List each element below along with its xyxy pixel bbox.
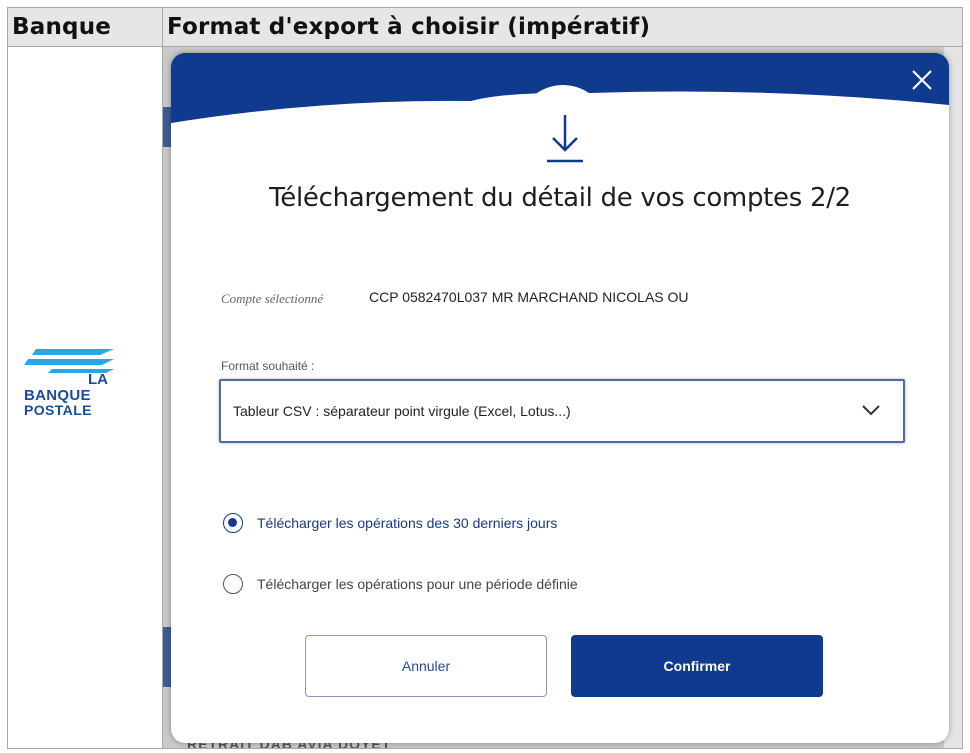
option-last-30-days[interactable]: Télécharger les opérations des 30 dernie… [223,513,557,533]
screenshot-cell: RETRAIT DAB AVIA DOYET Téléchargement du… [162,46,963,749]
header-export-format: Format d'export à choisir (impératif) [162,7,963,47]
option-last-30-days-label: Télécharger les opérations des 30 dernie… [257,515,558,531]
header-bank: Banque [7,7,163,47]
logo-text-la: LA [88,371,108,388]
cancel-button[interactable]: Annuler [305,635,547,697]
format-select[interactable]: Tableur CSV : séparateur point virgule (… [219,379,905,443]
radio-selected[interactable] [223,513,243,533]
bank-logo-cell: LA BANQUE POSTALE [7,46,163,749]
close-icon[interactable] [909,67,935,93]
format-selected-value: Tableur CSV : séparateur point virgule (… [233,403,571,419]
account-value: CCP 0582470L037 MR MARCHAND NICOLAS OU [369,289,689,305]
option-custom-period[interactable]: Télécharger les opérations pour une péri… [223,574,578,594]
logo-text-postale: POSTALE [24,402,92,418]
option-custom-period-label: Télécharger les opérations pour une péri… [257,576,578,592]
bank-export-table: Banque Format d'export à choisir (impéra… [7,7,963,749]
logo-swoosh-icon [24,349,114,373]
chevron-down-icon [862,405,880,416]
modal-title: Téléchargement du détail de vos comptes … [269,183,851,213]
background-bar [163,107,171,147]
radio-unselected[interactable] [223,574,243,594]
background-bar [163,627,171,687]
confirm-button[interactable]: Confirmer [571,635,823,697]
account-label: Compte sélectionné [221,291,324,306]
la-banque-postale-logo: LA BANQUE POSTALE [22,345,134,425]
download-icon [547,115,583,163]
format-label: Format souhaité : [221,359,315,373]
download-modal: Téléchargement du détail de vos comptes … [171,53,949,743]
